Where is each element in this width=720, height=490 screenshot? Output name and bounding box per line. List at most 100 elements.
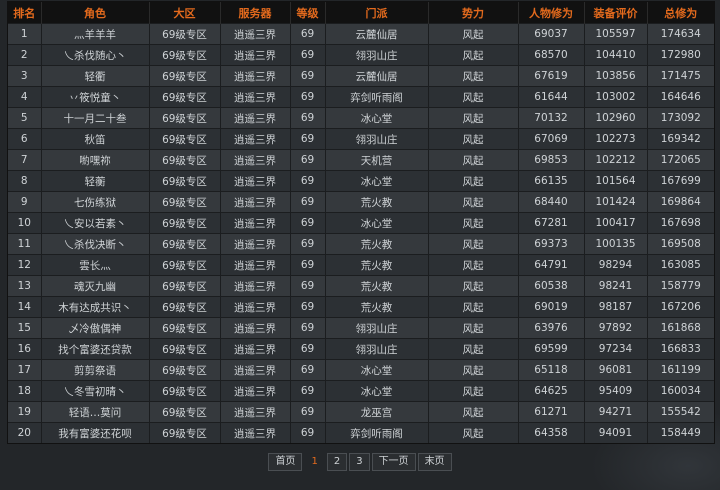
character-cultivation-cell: 69019 (518, 296, 585, 318)
level-cell: 69 (290, 254, 326, 276)
faction-cell: 风起 (428, 338, 519, 360)
header-region[interactable]: 大区 (149, 2, 221, 24)
header-faction[interactable]: 势力 (428, 2, 519, 24)
character-cell[interactable]: 轻语…莫问 (41, 401, 150, 423)
sect-cell: 翎羽山庄 (325, 44, 429, 66)
character-cell[interactable]: 乀安以若素丶 (41, 212, 150, 234)
character-cell[interactable]: 魂灭九幽 (41, 275, 150, 297)
level-cell: 69 (290, 191, 326, 213)
table-row[interactable]: 11 乀杀伐决断丶 69级专区 逍遥三界 69 荒火教 风起 69373 100135 16950… (8, 233, 714, 255)
faction-cell: 风起 (428, 128, 519, 150)
region-cell: 69级专区 (149, 107, 221, 129)
table-row[interactable]: 1 灬羊羊羊 69级专区 逍遥三界 69 云麓仙居 风起 69037 105597 174634 (8, 23, 714, 45)
rank-cell: 10 (8, 212, 42, 234)
header-server[interactable]: 服务器 (220, 2, 291, 24)
total-cultivation-cell: 167206 (647, 296, 714, 318)
server-cell: 逍遥三界 (220, 44, 291, 66)
character-cell[interactable]: 七伤练狱 (41, 191, 150, 213)
character-cell[interactable]: 乀冬雪初晴丶 (41, 380, 150, 402)
total-cultivation-cell: 155542 (647, 401, 714, 423)
character-cell[interactable]: 剪剪祭语 (41, 359, 150, 381)
server-cell: 逍遥三界 (220, 128, 291, 150)
table-row[interactable]: 6 秋笛 69级专区 逍遥三界 69 翎羽山庄 风起 67069 102273 169342 (8, 128, 714, 150)
table-row[interactable]: 12 雲长灬 69级专区 逍遥三界 69 荒火教 风起 64791 98294 163085 (8, 254, 714, 276)
page-2-button[interactable]: 2 (326, 453, 348, 471)
rank-cell: 15 (8, 317, 42, 339)
page-1-button[interactable]: 1 (304, 453, 324, 471)
character-cell[interactable]: 十一月二十叁 (41, 107, 150, 129)
character-cultivation-cell: 69853 (518, 149, 585, 171)
sect-cell: 荒火教 (325, 191, 429, 213)
table-row[interactable]: 17 剪剪祭语 69级专区 逍遥三界 69 冰心堂 风起 65118 96081 161199 (8, 359, 714, 381)
table-row[interactable]: 5 十一月二十叁 69级专区 逍遥三界 69 冰心堂 风起 70132 102960 173092 (8, 107, 714, 129)
region-cell: 69级专区 (149, 275, 221, 297)
character-cell[interactable]: 找个富婆还贷款 (41, 338, 150, 360)
page-3-button[interactable]: 3 (349, 453, 370, 471)
equipment-rating-cell: 100417 (584, 212, 648, 234)
table-row[interactable]: 14 木有达成共识丶 69级专区 逍遥三界 69 荒火教 风起 69019 98187 16720… (8, 296, 714, 318)
total-cultivation-cell: 169508 (647, 233, 714, 255)
table-row[interactable]: 3 轻衢 69级专区 逍遥三界 69 云麓仙居 风起 67619 103856 171475 (8, 65, 714, 87)
equipment-rating-cell: 97892 (584, 317, 648, 339)
rank-cell: 9 (8, 191, 42, 213)
character-cell[interactable]: 乀杀伐决断丶 (41, 233, 150, 255)
header-rank[interactable]: 排名 (8, 2, 42, 24)
next-page-button[interactable]: 下一页 (371, 453, 416, 471)
faction-cell: 风起 (428, 149, 519, 171)
region-cell: 69级专区 (149, 254, 221, 276)
character-cell[interactable]: 木有达成共识丶 (41, 296, 150, 318)
header-sect[interactable]: 门派 (325, 2, 429, 24)
header-level[interactable]: 等级 (290, 2, 326, 24)
table-row[interactable]: 9 七伤练狱 69级专区 逍遥三界 69 荒火教 风起 68440 101424 169864 (8, 191, 714, 213)
character-cell[interactable]: 灬羊羊羊 (41, 23, 150, 45)
server-cell: 逍遥三界 (220, 212, 291, 234)
header-total-cultivation[interactable]: 总修为 (647, 2, 714, 24)
sect-cell: 翎羽山庄 (325, 338, 429, 360)
character-cell[interactable]: 丷筱悦童丶 (41, 86, 150, 108)
table-row[interactable]: 13 魂灭九幽 69级专区 逍遥三界 69 荒火教 风起 60538 98241 158779 (8, 275, 714, 297)
equipment-rating-cell: 105597 (584, 23, 648, 45)
total-cultivation-cell: 166833 (647, 338, 714, 360)
character-cell[interactable]: 轻蘅 (41, 170, 150, 192)
table-row[interactable]: 19 轻语…莫问 69级专区 逍遥三界 69 龙巫宫 风起 61271 94271 155542 (8, 401, 714, 423)
last-page-button[interactable]: 末页 (417, 453, 452, 471)
character-cultivation-cell: 65118 (518, 359, 585, 381)
character-cultivation-cell: 70132 (518, 107, 585, 129)
sect-cell: 弈剑听雨阁 (325, 422, 429, 443)
server-cell: 逍遥三界 (220, 23, 291, 45)
server-cell: 逍遥三界 (220, 107, 291, 129)
level-cell: 69 (290, 107, 326, 129)
level-cell: 69 (290, 317, 326, 339)
character-cell[interactable]: 我有富婆还花呗 (41, 422, 150, 443)
total-cultivation-cell: 174634 (647, 23, 714, 45)
pagination: 首页 1 2 3 下一页 末页 (0, 453, 720, 471)
level-cell: 69 (290, 233, 326, 255)
table-row[interactable]: 10 乀安以若素丶 69级专区 逍遥三界 69 冰心堂 风起 67281 100417 16769… (8, 212, 714, 234)
table-row[interactable]: 8 轻蘅 69级专区 逍遥三界 69 冰心堂 风起 66135 101564 167699 (8, 170, 714, 192)
rank-cell: 19 (8, 401, 42, 423)
table-row[interactable]: 20 我有富婆还花呗 69级专区 逍遥三界 69 弈剑听雨阁 风起 64358 94091 158… (8, 422, 714, 443)
character-cell[interactable]: 轻衢 (41, 65, 150, 87)
faction-cell: 风起 (428, 86, 519, 108)
header-equipment-rating[interactable]: 装备评价 (584, 2, 648, 24)
character-cell[interactable]: 乀杀伐随心丶 (41, 44, 150, 66)
character-cultivation-cell: 61644 (518, 86, 585, 108)
table-row[interactable]: 15 乄冷傲偶神 69级专区 逍遥三界 69 翎羽山庄 风起 63976 97892 161868 (8, 317, 714, 339)
character-cultivation-cell: 69599 (518, 338, 585, 360)
table-row[interactable]: 16 找个富婆还贷款 69级专区 逍遥三界 69 翎羽山庄 风起 69599 97234 1668… (8, 338, 714, 360)
first-page-button[interactable]: 首页 (268, 453, 303, 471)
header-character[interactable]: 角色 (41, 2, 150, 24)
table-row[interactable]: 4 丷筱悦童丶 69级专区 逍遥三界 69 弈剑听雨阁 风起 61644 103002 16464… (8, 86, 714, 108)
table-row[interactable]: 2 乀杀伐随心丶 69级专区 逍遥三界 69 翎羽山庄 风起 68570 104410 17298… (8, 44, 714, 66)
character-cell[interactable]: 雲长灬 (41, 254, 150, 276)
character-cell[interactable]: 乄冷傲偶神 (41, 317, 150, 339)
character-cell[interactable]: 秋笛 (41, 128, 150, 150)
table-row[interactable]: 18 乀冬雪初晴丶 69级专区 逍遥三界 69 冰心堂 风起 64625 95409 160034 (8, 380, 714, 402)
equipment-rating-cell: 101424 (584, 191, 648, 213)
faction-cell: 风起 (428, 254, 519, 276)
table-row[interactable]: 7 喲嘿祢 69级专区 逍遥三界 69 天机营 风起 69853 102212 172065 (8, 149, 714, 171)
character-cell[interactable]: 喲嘿祢 (41, 149, 150, 171)
total-cultivation-cell: 164646 (647, 86, 714, 108)
total-cultivation-cell: 167699 (647, 170, 714, 192)
header-character-cultivation[interactable]: 人物修为 (518, 2, 585, 24)
